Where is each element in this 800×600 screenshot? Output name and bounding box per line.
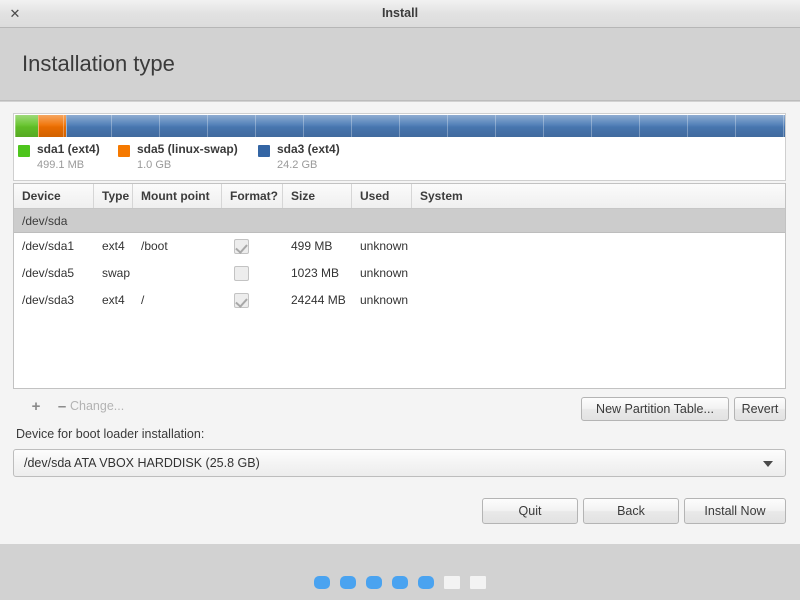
partition-toolbar: + – Change... New Partition Table... Rev… (13, 394, 786, 424)
bootloader-device-select[interactable]: /dev/sda ATA VBOX HARDDISK (25.8 GB) (13, 449, 786, 477)
column-header-size[interactable]: Size (283, 184, 352, 208)
cell-used: unknown (360, 239, 409, 253)
bootloader-device-label: Device for boot loader installation: (16, 427, 205, 441)
remove-partition-button[interactable]: – (53, 398, 71, 416)
change-partition-button[interactable]: Change... (70, 399, 124, 413)
column-header-device[interactable]: Device (14, 184, 94, 208)
cell-device: /dev/sda5 (22, 266, 75, 280)
chevron-down-icon (763, 461, 773, 467)
legend-label: sda3 (ext4) (277, 142, 340, 156)
table-row[interactable]: /dev/sda3 ext4 / 24244 MB unknown (14, 287, 785, 314)
cell-device: /dev/sda1 (22, 239, 75, 253)
quit-button[interactable]: Quit (482, 498, 578, 524)
progress-dot (418, 576, 434, 589)
table-body: /dev/sda1 ext4/boot 499 MB unknown/dev/sda5… (14, 233, 785, 314)
back-button[interactable]: Back (583, 498, 679, 524)
partition-usage-bar (15, 115, 785, 137)
table-row[interactable]: /dev/sda1 ext4/boot 499 MB unknown (14, 233, 785, 260)
page-title: Installation type (22, 51, 175, 76)
partition-segment-sda5 (38, 115, 66, 137)
cell-mount (133, 260, 222, 287)
legend-label: sda1 (ext4) (37, 142, 100, 156)
legend-swatch-icon (18, 145, 30, 157)
cell-used: unknown (360, 293, 409, 307)
column-header-used[interactable]: Used (352, 184, 412, 208)
progress-dot (392, 576, 408, 589)
new-partition-table-button[interactable]: New Partition Table... (581, 397, 729, 421)
cell-mount: /boot (141, 239, 168, 253)
legend-size: 499.1 MB (37, 159, 85, 171)
table-row[interactable]: /dev/sda5 swap 1023 MB unknown (14, 260, 785, 287)
install-now-button[interactable]: Install Now (684, 498, 786, 524)
column-header-format[interactable]: Format? (222, 184, 283, 208)
column-header-mount-point[interactable]: Mount point (133, 184, 222, 208)
legend-swatch-icon (118, 145, 130, 157)
format-checkbox[interactable] (234, 266, 249, 281)
column-header-type[interactable]: Type (94, 184, 133, 208)
cell-size: 1023 MB (291, 266, 340, 280)
bootloader-device-value: /dev/sda ATA VBOX HARDDISK (25.8 GB) (24, 456, 260, 470)
cell-size: 24244 MB (291, 293, 346, 307)
add-partition-button[interactable]: + (27, 398, 45, 416)
cell-used: unknown (360, 266, 409, 280)
legend-size: 24.2 GB (277, 159, 318, 171)
cell-type: ext4 (102, 293, 125, 307)
cell-system (412, 233, 785, 260)
legend-label: sda5 (linux-swap) (137, 142, 238, 156)
cell-device: /dev/sda3 (22, 293, 75, 307)
progress-dot (340, 576, 356, 589)
cell-mount: / (141, 293, 145, 307)
partition-table: Device Type Mount point Format? Size Used Syst… (13, 183, 786, 389)
table-header-row: Device Type Mount point Format? Size Used Syst… (14, 184, 785, 209)
cell-type: ext4 (102, 239, 125, 253)
partition-segment-sda1 (15, 115, 39, 137)
format-checkbox[interactable] (234, 239, 249, 254)
progress-dot (444, 576, 460, 589)
cell-size: 499 MB (291, 239, 333, 253)
format-checkbox[interactable] (234, 293, 249, 308)
progress-dots (0, 576, 800, 592)
partition-segment-sda3 (65, 115, 785, 137)
legend-size: 1.0 GB (137, 159, 172, 171)
progress-dot (314, 576, 330, 589)
drive-group-row[interactable]: /dev/sda (14, 209, 785, 233)
legend-swatch-icon (258, 145, 270, 157)
revert-button[interactable]: Revert (734, 397, 786, 421)
cell-system (412, 260, 785, 287)
main-content: sda1 (ext4) 499.1 MB sda5 (linux-swap) 1.0 … (0, 102, 800, 544)
cell-system (412, 287, 785, 314)
progress-dot (470, 576, 486, 589)
cell-type: swap (102, 266, 131, 280)
window-titlebar: ✕ Install (0, 0, 800, 28)
page-header: Installation type (0, 29, 800, 101)
progress-dot (366, 576, 382, 589)
partition-legend: sda1 (ext4) 499.1 MB sda5 (linux-swap) 1.0 … (18, 142, 778, 180)
partition-overview-panel: sda1 (ext4) 499.1 MB sda5 (linux-swap) 1.0 … (13, 113, 786, 181)
column-header-system[interactable]: System (412, 184, 785, 208)
window-title: Install (381, 6, 419, 20)
